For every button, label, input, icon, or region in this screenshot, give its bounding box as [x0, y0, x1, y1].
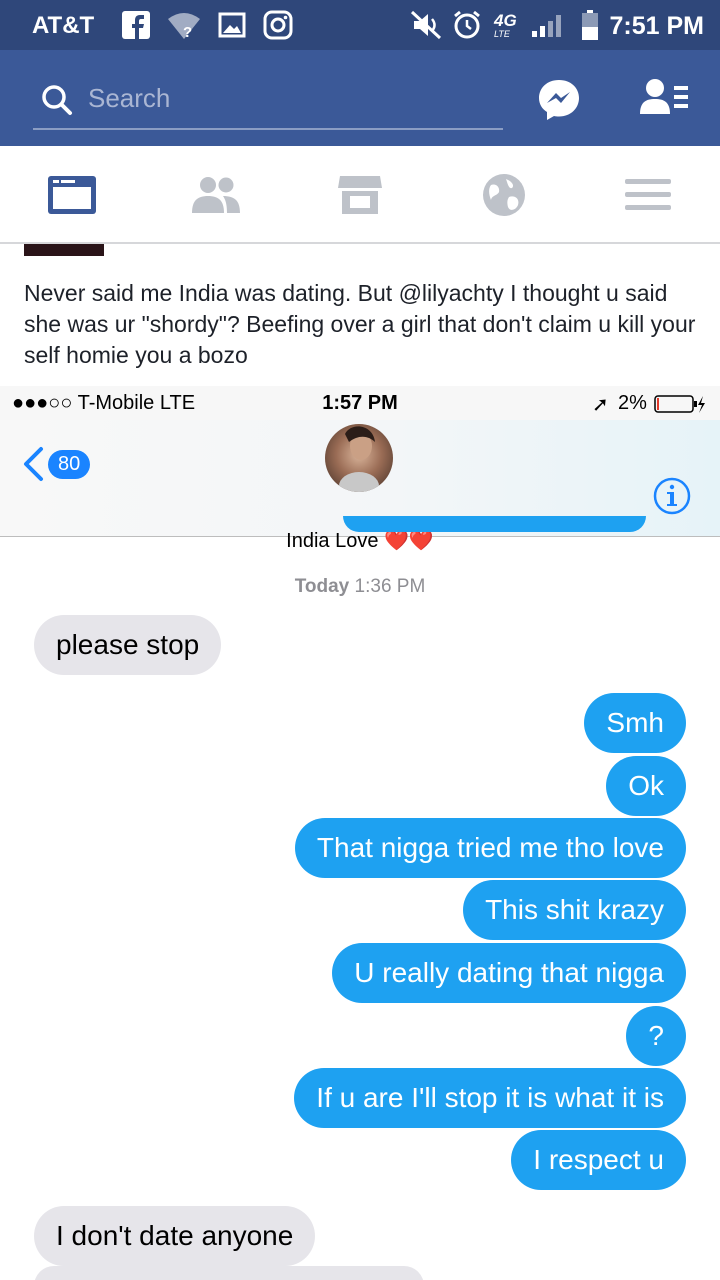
network-label: 4G: [494, 10, 517, 30]
facebook-nav-tabs: [0, 146, 720, 244]
message-bubble-outgoing[interactable]: U really dating that nigga: [332, 943, 686, 1003]
imessage-screenshot[interactable]: ●●●○○ T-Mobile LTE 1:57 PM ➚ 2% 80 India…: [0, 386, 720, 1280]
message-bubble-outgoing[interactable]: Smh: [584, 693, 686, 753]
back-button[interactable]: 80: [22, 446, 91, 482]
wifi-unknown-icon: ?: [166, 10, 202, 40]
message-bubble-outgoing[interactable]: Ok: [606, 756, 686, 816]
message-bubble-outgoing[interactable]: If u are I'll stop it is what it is: [294, 1068, 686, 1128]
marketplace-icon: [338, 176, 382, 214]
contact-avatar[interactable]: [325, 424, 393, 492]
location-arrow-icon: ➚: [592, 394, 609, 416]
tab-friends[interactable]: [186, 170, 246, 220]
post-image-thumbnail[interactable]: [24, 244, 104, 256]
battery-icon: [580, 10, 600, 40]
carrier-label: AT&T: [32, 12, 95, 39]
timestamp-day: Today: [294, 576, 350, 597]
ios-battery-percent: 2%: [618, 392, 647, 414]
search-placeholder: Search: [88, 83, 171, 113]
network-sub-label: LTE: [494, 28, 510, 39]
signal-icon: [528, 10, 568, 40]
message-bubble-outgoing[interactable]: That nigga tried me tho love: [294, 818, 686, 878]
chevron-left-icon: [24, 447, 43, 481]
tab-notifications[interactable]: [474, 170, 534, 220]
message-bubble-incoming[interactable]: please stop: [34, 615, 222, 675]
svg-text:?: ?: [183, 24, 192, 39]
message-bubble-outgoing[interactable]: This shit krazy: [463, 880, 686, 940]
news-feed-icon: [48, 176, 96, 214]
messenger-icon[interactable]: [537, 78, 581, 127]
image-icon: [218, 10, 246, 40]
post-text: Never said me India was dating. But @lil…: [24, 280, 696, 368]
friends-icon: [192, 177, 240, 213]
friend-requests-icon[interactable]: [640, 78, 690, 123]
globe-icon: [483, 174, 525, 216]
tab-marketplace[interactable]: [330, 170, 390, 220]
android-status-bar: AT&T ? 4G LTE 7:51 PM: [0, 0, 720, 50]
instagram-icon: [263, 10, 293, 40]
menu-icon: [625, 179, 671, 210]
search-input[interactable]: Search: [33, 70, 503, 130]
previous-message-bubble[interactable]: [343, 516, 646, 532]
message-bubble-incoming[interactable]: I don't date anyone: [34, 1206, 316, 1266]
alarm-icon: [452, 10, 482, 40]
message-timestamp: Today 1:36 PM: [0, 576, 720, 598]
message-bubble-outgoing[interactable]: ?: [626, 1006, 686, 1066]
search-icon: [41, 84, 73, 121]
status-time: 7:51 PM: [609, 12, 704, 40]
network-type: 4G LTE: [494, 10, 517, 40]
unread-count-badge: 80: [48, 449, 91, 479]
tab-news-feed[interactable]: [42, 170, 102, 220]
info-icon[interactable]: [652, 476, 692, 521]
facebook-icon: [122, 10, 150, 40]
ios-time: 1:57 PM: [322, 392, 398, 414]
message-bubble-outgoing[interactable]: I respect u: [511, 1130, 686, 1190]
next-message-bubble[interactable]: [34, 1266, 424, 1280]
ios-status-bar: ●●●○○ T-Mobile LTE 1:57 PM ➚ 2%: [0, 386, 720, 420]
mute-icon: [410, 10, 444, 40]
timestamp-time: 1:36 PM: [354, 576, 426, 597]
facebook-header: Search: [0, 50, 720, 146]
ios-battery-icon: [654, 394, 706, 420]
tab-menu[interactable]: [618, 170, 678, 220]
